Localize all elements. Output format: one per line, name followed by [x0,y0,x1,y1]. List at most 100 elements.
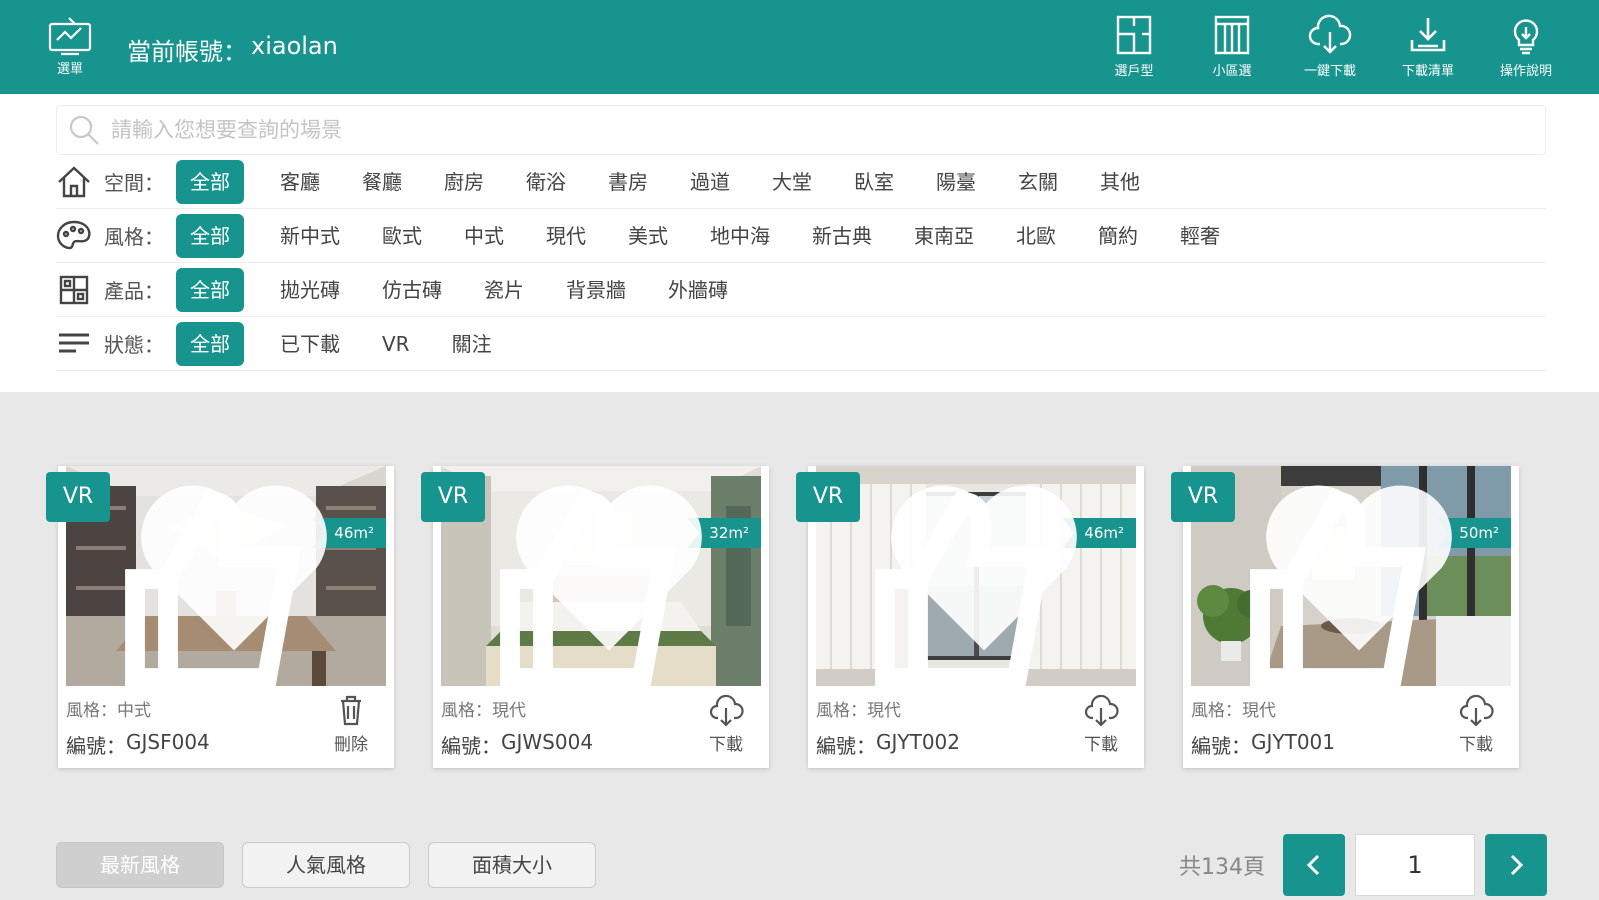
cloud-download-icon [1084,694,1119,727]
heart-icon[interactable] [824,466,1136,678]
style-value: 現代 [492,701,526,721]
scene-thumbnail[interactable]: 15 50m² [1191,466,1511,686]
chip-style-light-luxury[interactable]: 輕奢 [1160,214,1240,258]
filter-label-space: 空間： [104,171,164,195]
download-label: 下載 [1459,735,1493,755]
download-label: 下載 [1084,735,1118,755]
chip-style-modern[interactable]: 現代 [526,214,606,258]
scene-style: 風格： 中式 [66,696,151,721]
chip-status-all[interactable]: 全部 [176,321,244,366]
choose-floorplan-button[interactable]: 選戶型 [1085,14,1183,80]
chip-space-all[interactable]: 全部 [176,159,244,204]
chip-product-antique-tile[interactable]: 仿古磚 [362,268,462,312]
instructions-label: 操作說明 [1499,64,1552,79]
filter-row-space: 空間： 全部 客廳 餐廳 廚房 衛浴 書房 過道 大堂 臥室 陽臺 玄關 其他 [56,155,1546,209]
building-icon [1214,15,1250,55]
heart-icon[interactable] [449,466,761,678]
choose-community-label: 小區選 [1212,64,1252,79]
download-button[interactable]: 下載 [1451,692,1501,755]
scene-thumbnail[interactable]: 7 46m² [816,466,1136,686]
code-value: GJSF004 [126,730,210,754]
chip-product-all[interactable]: 全部 [176,267,244,312]
scene-code: 編號： GJYT002 [816,730,960,759]
list-icon [56,326,92,362]
menu-icon [48,17,92,56]
account-value: xiaolan [251,32,338,60]
scene-thumbnail[interactable]: 129 46m² [66,466,386,686]
sort-popular-button[interactable]: 人氣風格 [242,842,410,888]
next-page-button[interactable] [1485,834,1547,896]
style-value: 現代 [1242,701,1276,721]
heart-icon[interactable] [1199,466,1511,678]
chip-style-mediterranean[interactable]: 地中海 [690,214,790,258]
cloud-download-icon [709,694,744,727]
chip-style-all[interactable]: 全部 [176,213,244,258]
chip-space-lobby[interactable]: 大堂 [752,160,832,204]
heart-icon[interactable] [74,466,386,678]
scene-card-3[interactable]: VR 7 46m² 風格：現代 編號：GJYT002 下載 [796,466,1144,768]
menu-button[interactable]: 選單 [44,16,96,78]
chip-style-neoclassical[interactable]: 新古典 [792,214,892,258]
chip-status-downloaded[interactable]: 已下載 [260,322,360,366]
style-label: 風格： [441,701,492,721]
chip-style-american[interactable]: 美式 [608,214,688,258]
chip-style-minimalist[interactable]: 簡約 [1078,214,1158,258]
delete-button[interactable]: 刪除 [326,692,376,755]
chip-product-ceramic-tile[interactable]: 瓷片 [464,268,544,312]
scene-card-2[interactable]: VR 15 32m² 風格：現代 編號：GJWS004 下載 [421,466,769,768]
chip-style-european[interactable]: 歐式 [362,214,442,258]
top-bar: 選單 當前帳號： xiaolan 選戶型 小區選 一鍵下載 下載清單 操作說明 [0,0,1599,94]
chip-style-southeast-asian[interactable]: 東南亞 [894,214,994,258]
page-number-input[interactable] [1355,834,1475,896]
style-value: 中式 [117,701,151,721]
choose-community-button[interactable]: 小區選 [1183,14,1281,80]
search-icon [69,115,99,145]
instructions-button[interactable]: 操作說明 [1477,14,1575,80]
chip-space-balcony[interactable]: 陽臺 [916,160,996,204]
sort-area-button[interactable]: 面積大小 [428,842,596,888]
choose-floorplan-label: 選戶型 [1114,64,1154,79]
chip-space-bedroom[interactable]: 臥室 [834,160,914,204]
download-list-button[interactable]: 下載清單 [1379,14,1477,80]
chip-space-living-room[interactable]: 客廳 [260,160,340,204]
scene-style: 風格： 現代 [1191,696,1276,721]
filter-row-product: 產品： 全部 拋光磚 仿古磚 瓷片 背景牆 外牆磚 [56,263,1546,317]
chip-space-bathroom[interactable]: 衛浴 [506,160,586,204]
chip-space-study[interactable]: 書房 [588,160,668,204]
palette-icon [56,218,92,254]
lightbulb-icon [1513,19,1539,55]
chip-style-new-chinese[interactable]: 新中式 [260,214,360,258]
chip-product-polished-tile[interactable]: 拋光磚 [260,268,360,312]
prev-page-button[interactable] [1283,834,1345,896]
chip-space-dining-room[interactable]: 餐廳 [342,160,422,204]
chip-product-exterior-tile[interactable]: 外牆磚 [648,268,748,312]
chip-product-feature-wall[interactable]: 背景牆 [546,268,646,312]
chip-style-chinese[interactable]: 中式 [444,214,524,258]
one-click-download-button[interactable]: 一鍵下載 [1281,14,1379,80]
grid-icon [56,272,92,308]
chevron-left-icon [1306,854,1320,876]
sort-latest-button[interactable]: 最新風格 [56,842,224,888]
chip-style-nordic[interactable]: 北歐 [996,214,1076,258]
download-button[interactable]: 下載 [1076,692,1126,755]
house-icon [56,164,92,200]
scene-thumbnail[interactable]: 15 32m² [441,466,761,686]
code-label: 編號： [816,734,876,758]
style-label: 風格： [816,701,867,721]
scene-card-4[interactable]: VR 15 50m² 風格：現代 編號：GJYT001 [1171,466,1519,768]
floorplan-icon [1116,15,1152,55]
search-input[interactable] [111,118,1411,142]
filter-label-status: 狀態： [104,333,164,357]
chip-space-entrance[interactable]: 玄關 [998,160,1078,204]
style-label: 風格： [1191,701,1242,721]
filter-label-style: 風格： [104,225,164,249]
chevron-right-icon [1510,854,1524,876]
chip-space-hallway[interactable]: 過道 [670,160,750,204]
chip-status-followed[interactable]: 關注 [432,322,512,366]
scene-card-1[interactable]: VR 129 46m² 風格：中式 編號：GJSF004 刪除 [46,466,394,768]
chip-space-other[interactable]: 其他 [1080,160,1160,204]
chip-space-kitchen[interactable]: 廚房 [424,160,504,204]
chip-status-vr[interactable]: VR [362,322,430,366]
filter-chips-space: 全部 客廳 餐廳 廚房 衛浴 書房 過道 大堂 臥室 陽臺 玄關 其他 [176,159,1162,204]
download-button[interactable]: 下載 [701,692,751,755]
